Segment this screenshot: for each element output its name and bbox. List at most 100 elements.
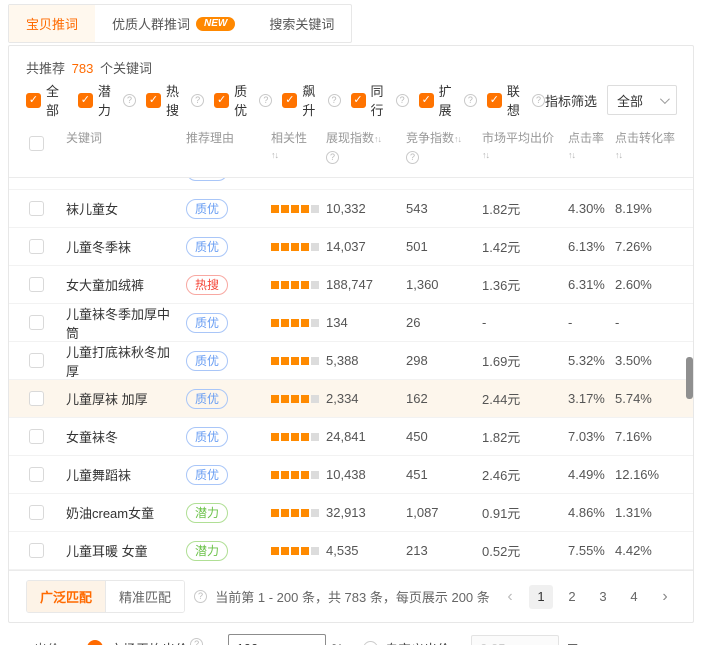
help-icon[interactable]: ? xyxy=(326,151,339,164)
table-row[interactable]: 儿童冬季袜 质优 14,037 501 1.42元 6.13% 7.26% xyxy=(9,228,693,266)
checkbox-checked-icon[interactable]: ✓ xyxy=(419,93,434,108)
page-button[interactable]: 2 xyxy=(560,585,584,609)
help-icon[interactable]: ? xyxy=(396,94,409,107)
row-checkbox[interactable] xyxy=(29,315,44,330)
checkbox-checked-icon[interactable]: ✓ xyxy=(487,93,502,108)
metric-filter-select[interactable]: 全部 xyxy=(607,85,677,115)
help-icon[interactable]: ? xyxy=(191,94,204,107)
sort-icon[interactable]: ↑↓ xyxy=(454,134,461,144)
table-row[interactable]: 儿童打底袜秋冬加厚 质优 5,388 298 1.69元 5.32% 3.50% xyxy=(9,342,693,380)
help-icon[interactable]: ? xyxy=(123,94,136,107)
custom-bid-input[interactable] xyxy=(471,635,559,645)
select-all-checkbox[interactable] xyxy=(29,136,44,151)
filter-checkbox-item[interactable]: ✓ 联想 ? xyxy=(487,81,545,119)
sort-icon[interactable]: ↑↓ xyxy=(482,148,562,163)
multiply-sign: x xyxy=(213,641,220,645)
help-icon[interactable]: ? xyxy=(328,94,341,107)
row-checkbox[interactable] xyxy=(29,543,44,558)
avg-price-cell: 1.42元 xyxy=(482,237,568,256)
page-button[interactable]: 1 xyxy=(529,585,553,609)
filter-checkbox-item[interactable]: ✓ 全部 xyxy=(26,81,68,119)
column-ctr[interactable]: 点击率 ↑↓ xyxy=(568,131,615,163)
checkbox-checked-icon[interactable]: ✓ xyxy=(282,93,297,108)
row-checkbox[interactable] xyxy=(29,429,44,444)
filter-checkbox-item[interactable]: ✓ 质优 ? xyxy=(214,81,272,119)
filter-checkbox-item[interactable]: ✓ 同行 ? xyxy=(351,81,409,119)
table-row[interactable]: 女童袜冬 质优 24,841 450 1.82元 7.03% 7.16% xyxy=(9,418,693,456)
column-impressions[interactable]: 展现指数↑↓ ? xyxy=(326,131,406,164)
sort-icon[interactable]: ↑↓ xyxy=(568,148,609,163)
relevance-bars xyxy=(271,509,319,517)
filter-checkbox-item[interactable]: ✓ 热搜 ? xyxy=(146,81,204,119)
summary-prefix: 共推荐 xyxy=(26,61,65,76)
help-icon[interactable]: ? xyxy=(190,638,203,645)
scrollbar-thumb[interactable] xyxy=(686,357,693,399)
table-row[interactable]: 儿童耳暖 女童 潜力 4,535 213 0.52元 7.55% 4.42% xyxy=(9,532,693,570)
checkbox-checked-icon[interactable]: ✓ xyxy=(351,93,366,108)
cvr-cell: 3.50% xyxy=(615,353,693,368)
column-avg-price[interactable]: 市场平均出价 ↑↓ xyxy=(482,131,568,163)
exact-match-button[interactable]: 精准匹配 xyxy=(105,581,184,612)
bid-multiplier-input[interactable] xyxy=(228,634,326,645)
prev-page-button[interactable]: ‹ xyxy=(498,585,522,609)
filter-label: 潜力 xyxy=(98,81,118,119)
keyword-cell: 儿童打底袜秋冬加厚 xyxy=(66,342,186,380)
help-icon[interactable]: ? xyxy=(259,94,272,107)
page-button[interactable]: 3 xyxy=(591,585,615,609)
page-button[interactable]: 4 xyxy=(622,585,646,609)
avg-price-cell: - xyxy=(482,315,568,330)
table-row[interactable]: 奶油cream女童 潜力 32,913 1,087 0.91元 4.86% 1.… xyxy=(9,494,693,532)
filter-label: 飙升 xyxy=(302,81,322,119)
tab[interactable]: 优质人群推词 NEW xyxy=(95,5,252,42)
filter-checkbox-item[interactable]: ✓ 扩展 ? xyxy=(419,81,477,119)
checkbox-checked-icon[interactable]: ✓ xyxy=(78,93,93,108)
checkbox-checked-icon[interactable]: ✓ xyxy=(214,93,229,108)
keyword-cell: 女童袜冬 xyxy=(66,427,186,446)
ctr-cell: 4.49% xyxy=(568,467,615,482)
column-cvr[interactable]: 点击转化率 ↑↓ xyxy=(615,131,693,163)
table-row[interactable]: 儿童舞蹈袜 质优 10,438 451 2.46元 4.49% 12.16% xyxy=(9,456,693,494)
table-row[interactable]: 女大童加绒裤 热搜 188,747 1,360 1.36元 6.31% 2.60… xyxy=(9,266,693,304)
row-checkbox[interactable] xyxy=(29,505,44,520)
table-footer: 广泛匹配 精准匹配 ? 当前第 1 - 200 条，共 783 条，每页展示 2… xyxy=(9,570,693,622)
row-checkbox[interactable] xyxy=(29,239,44,254)
sort-icon[interactable]: ↑↓ xyxy=(271,148,320,163)
avg-price-cell: 0.52元 xyxy=(482,541,568,560)
table-row[interactable]: 儿童厚袜 加厚 质优 2,334 162 2.44元 3.17% 5.74% xyxy=(9,380,693,418)
checkbox-checked-icon[interactable]: ✓ xyxy=(26,93,41,108)
custom-price-label: 自定义出价： xyxy=(385,639,463,645)
help-icon[interactable]: ? xyxy=(464,94,477,107)
filter-checkbox-item[interactable]: ✓ 飙升 ? xyxy=(282,81,340,119)
table-row[interactable]: 儿童袜冬季加厚中筒 质优 134 26 - - - xyxy=(9,304,693,342)
keyword-cell: 儿童耳暖 女童 xyxy=(66,541,186,560)
table-row[interactable]: 袜儿童女 质优 10,332 543 1.82元 4.30% 8.19% xyxy=(9,190,693,228)
sort-icon[interactable]: ↑↓ xyxy=(374,134,381,144)
help-icon[interactable]: ? xyxy=(194,590,207,603)
broad-match-button[interactable]: 广泛匹配 xyxy=(27,581,105,612)
tab[interactable]: 搜索关键词 xyxy=(252,5,351,42)
help-icon[interactable]: ? xyxy=(406,151,419,164)
column-relevance[interactable]: 相关性 ↑↓ xyxy=(271,131,326,163)
table-row[interactable]: 袜女童纯棉 质优 29,903 459 1.64元 5.68% 8.15% xyxy=(9,178,693,190)
checkbox-checked-icon[interactable]: ✓ xyxy=(146,93,161,108)
relevance-bars xyxy=(271,395,319,403)
row-checkbox[interactable] xyxy=(29,201,44,216)
filter-label: 同行 xyxy=(371,81,391,119)
row-checkbox[interactable] xyxy=(29,277,44,292)
impressions-cell: 188,747 xyxy=(326,277,406,292)
impressions-cell: 32,913 xyxy=(326,505,406,520)
row-checkbox[interactable] xyxy=(29,391,44,406)
tab[interactable]: 宝贝推词 xyxy=(9,5,95,42)
help-icon[interactable]: ? xyxy=(532,94,545,107)
custom-price-radio[interactable] xyxy=(363,641,378,645)
avg-price-cell: 1.69元 xyxy=(482,351,568,370)
next-page-button[interactable]: › xyxy=(653,585,677,609)
filter-checkbox-item[interactable]: ✓ 潜力 ? xyxy=(78,81,136,119)
column-competition[interactable]: 竞争指数↑↓ ? xyxy=(406,131,482,164)
keyword-cell: 儿童袜冬季加厚中筒 xyxy=(66,304,186,342)
row-checkbox[interactable] xyxy=(29,353,44,368)
market-price-radio[interactable] xyxy=(87,640,103,645)
sort-icon[interactable]: ↑↓ xyxy=(615,148,687,163)
metric-filter-label: 指标筛选 xyxy=(545,91,597,110)
row-checkbox[interactable] xyxy=(29,467,44,482)
